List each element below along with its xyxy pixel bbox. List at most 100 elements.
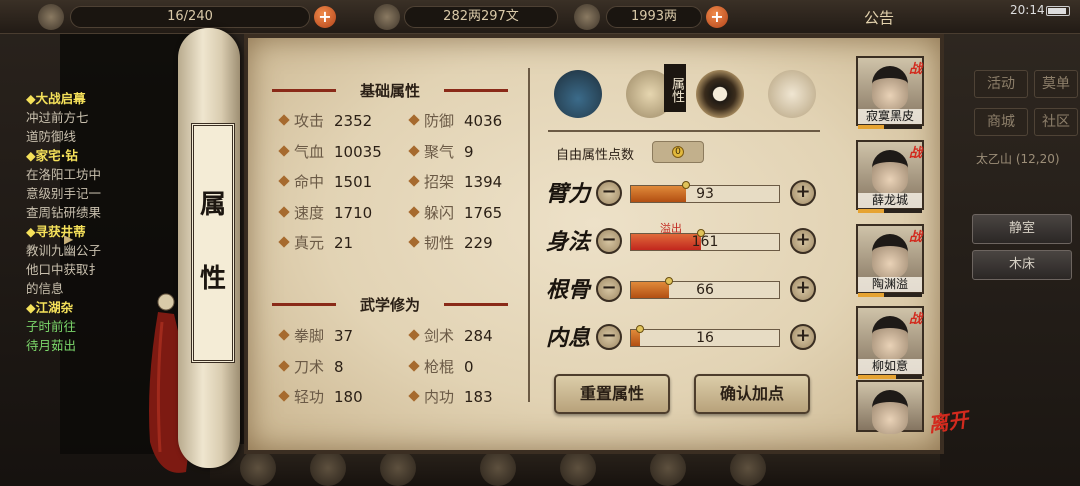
- party-member-portrait[interactable]: 陶渊溢 战: [856, 224, 924, 297]
- stat-name: 内功: [424, 388, 455, 406]
- basic-attributes-heading: 基础属性: [272, 80, 508, 100]
- stat-item: 刀术 8: [278, 356, 344, 377]
- battle-tag: 战: [908, 230, 922, 245]
- free-points-value: 0: [672, 146, 684, 158]
- scroll-title-char: 属: [199, 190, 226, 220]
- menu-icon[interactable]: [730, 450, 766, 486]
- stat-name: 命中: [294, 173, 325, 191]
- stat-item: 真元 21: [278, 232, 354, 253]
- party-member-portrait[interactable]: 薛龙城 战: [856, 140, 924, 213]
- quest-line: 他口中获取扌: [26, 262, 102, 277]
- stat-value: 21: [334, 234, 354, 252]
- increase-button[interactable]: +: [790, 324, 816, 350]
- stat-name: 剑术: [424, 327, 455, 345]
- portrait-face: [872, 390, 908, 434]
- leave-button[interactable]: 离开: [926, 403, 970, 437]
- stat-item: 内功 183: [408, 386, 493, 407]
- member-name: 薛龙城: [858, 193, 922, 208]
- stat-value: 0: [464, 357, 474, 376]
- reset-attributes-button[interactable]: 重置属性: [554, 374, 670, 414]
- stat-name: 气血: [294, 142, 325, 161]
- attribute-name: 身法: [546, 229, 591, 255]
- hat-icon[interactable]: [554, 70, 602, 118]
- add-capacity-button[interactable]: +: [314, 6, 336, 28]
- top-resource-bar: 16/240 + 282两297文 1993两 + 公告 20:14: [0, 0, 1080, 34]
- community-button[interactable]: 社区: [1034, 108, 1078, 136]
- stat-item: 聚气 9: [408, 141, 474, 162]
- member-name: 寂寞黑皮: [858, 109, 922, 124]
- stat-item: 速度 1710: [278, 202, 373, 223]
- diamond-icon: [408, 205, 420, 218]
- portrait-face: [872, 66, 908, 110]
- diamond-icon: [408, 390, 420, 402]
- silver-icon: [374, 4, 400, 30]
- decrease-button[interactable]: −: [596, 180, 622, 206]
- battle-tag: 战: [908, 62, 922, 77]
- increase-button[interactable]: +: [790, 228, 816, 254]
- location-label: 太乙山 (12,20): [976, 152, 1060, 166]
- stat-value: 2352: [334, 112, 373, 130]
- tab-attributes-label[interactable]: 属性: [664, 64, 686, 112]
- scroll-title-label: 属 性: [191, 123, 235, 363]
- room-button-bed[interactable]: 木床: [972, 250, 1072, 280]
- diamond-icon: [408, 236, 420, 248]
- quest-line: 子时前往: [26, 319, 77, 334]
- bagua-icon[interactable]: [696, 70, 744, 118]
- decrease-button[interactable]: −: [596, 276, 622, 302]
- bag-capacity: 16/240: [70, 6, 310, 28]
- portrait-face: [872, 234, 908, 278]
- diamond-icon: [408, 359, 420, 372]
- stat-value: 1765: [464, 203, 503, 222]
- attribute-value: 93: [696, 186, 714, 202]
- party-member-portrait[interactable]: 柳如意 战: [856, 306, 924, 379]
- member-xp-bar: [858, 375, 922, 379]
- collapse-arrow-icon[interactable]: ▶: [64, 232, 73, 246]
- stat-name: 拳脚: [294, 327, 325, 345]
- menu-button[interactable]: 莫单: [1034, 70, 1078, 98]
- stat-name: 防御: [424, 112, 455, 130]
- quest-line: 意级别手记一: [26, 186, 102, 201]
- menu-icon[interactable]: [310, 450, 346, 486]
- stat-name: 韧性: [424, 234, 455, 252]
- menu-icon[interactable]: [480, 450, 516, 486]
- stat-value: 1710: [334, 203, 373, 222]
- meridian-figure-icon[interactable]: [768, 70, 816, 118]
- stat-value: 37: [334, 327, 354, 345]
- decrease-button[interactable]: −: [596, 228, 622, 254]
- announcement-button[interactable]: 公告: [864, 7, 894, 28]
- tab-underline: [548, 130, 820, 132]
- room-button-quiet[interactable]: 静室: [972, 214, 1072, 244]
- menu-icon[interactable]: [560, 450, 596, 486]
- stat-item: 躲闪 1765: [408, 202, 503, 223]
- menu-icon[interactable]: [240, 450, 276, 486]
- attribute-name: 根骨: [546, 277, 591, 303]
- gold-amount: 1993两: [606, 6, 702, 28]
- increase-button[interactable]: +: [790, 180, 816, 206]
- diamond-icon: [278, 359, 290, 372]
- party-member-portrait[interactable]: [856, 380, 924, 434]
- confirm-points-button[interactable]: 确认加点: [694, 374, 810, 414]
- member-xp-bar: [858, 125, 922, 129]
- stat-value: 284: [464, 327, 493, 345]
- attribute-bar: 93: [630, 181, 780, 203]
- add-gold-button[interactable]: +: [706, 6, 728, 28]
- menu-icon[interactable]: [650, 450, 686, 486]
- stat-name: 招架: [424, 173, 455, 191]
- stat-item: 韧性 229: [408, 232, 493, 253]
- stat-name: 枪棍: [424, 357, 455, 376]
- party-member-portrait[interactable]: 寂寞黑皮 战: [856, 56, 924, 129]
- room-label: 静室: [1008, 221, 1035, 236]
- increase-button[interactable]: +: [790, 276, 816, 302]
- diamond-icon: [408, 329, 420, 341]
- activity-button[interactable]: 活动: [974, 70, 1028, 98]
- stat-value: 4036: [464, 112, 503, 130]
- menu-icon[interactable]: [380, 450, 416, 486]
- stat-name: 速度: [294, 203, 325, 222]
- stat-name: 真元: [294, 234, 325, 252]
- battle-tag: 战: [908, 146, 922, 161]
- free-points-label: 自由属性点数: [556, 148, 635, 163]
- stat-value: 1394: [464, 173, 503, 191]
- shop-button[interactable]: 商城: [974, 108, 1028, 136]
- room-label: 木床: [1008, 257, 1035, 272]
- decrease-button[interactable]: −: [596, 324, 622, 350]
